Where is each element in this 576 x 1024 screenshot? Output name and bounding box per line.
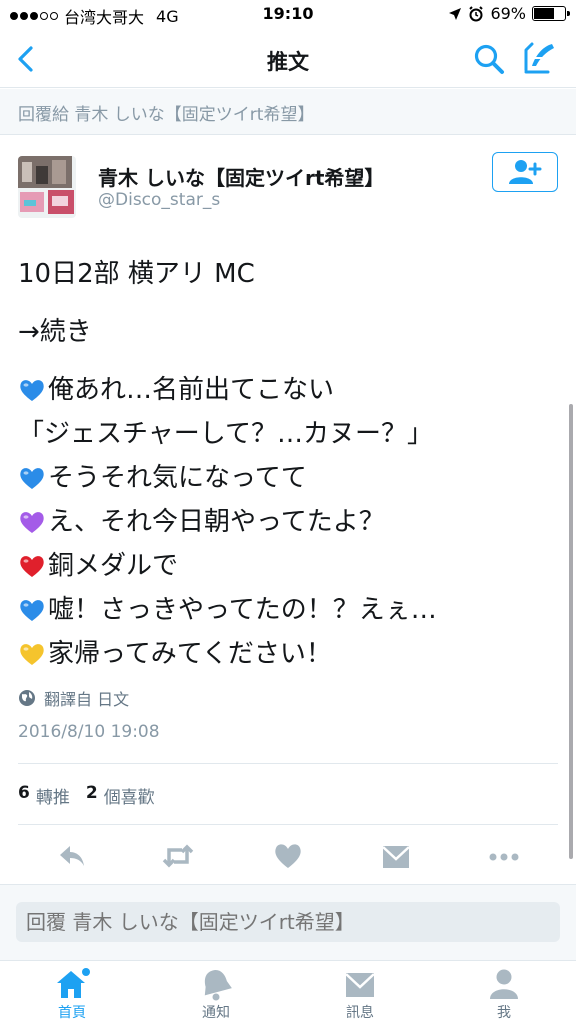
- tweet-line: 銅メダルで: [18, 544, 558, 588]
- tweet-line: え、それ今日朝やってたよ？: [18, 500, 558, 544]
- carrier-name: 台湾大哥大: [64, 8, 145, 27]
- status-left: 台湾大哥大 4G: [10, 4, 179, 28]
- follow-button[interactable]: [492, 152, 558, 192]
- tab-messages[interactable]: 訊息: [310, 965, 410, 1023]
- tweet-line-text: そうそれ気になってて: [48, 463, 307, 493]
- tab-me[interactable]: 我: [454, 965, 554, 1023]
- tab-home[interactable]: 首頁: [22, 965, 122, 1023]
- retweet-label[interactable]: 轉推: [36, 783, 70, 808]
- tweet-line: 嘘！さっきやってたの！？えぇ…: [18, 588, 558, 632]
- tab-label: 首頁: [58, 1005, 86, 1021]
- tweet-line-text: 嘘！さっきやってたの！？えぇ…: [48, 595, 437, 625]
- network-type: 4G: [156, 6, 179, 26]
- reply-input[interactable]: [16, 902, 560, 942]
- tweet-line: 俺あれ…名前出てこない: [18, 368, 558, 412]
- tab-bar: 首頁 通知 訊息 我: [0, 960, 576, 1024]
- reply-icon[interactable]: [56, 840, 88, 872]
- tweet-actions: [0, 836, 576, 876]
- envelope-icon: [345, 973, 375, 997]
- heart-emoji-icon: [20, 468, 44, 489]
- status-bar: 台湾大哥大 4G 19:10 69%: [0, 0, 576, 30]
- divider: [18, 824, 558, 825]
- heart-emoji-icon: [20, 600, 44, 621]
- tweet-timestamp: 2016/8/10 19:08: [18, 722, 160, 742]
- status-right: 69%: [448, 4, 570, 23]
- add-user-icon: [509, 160, 542, 184]
- battery-icon: [532, 6, 570, 21]
- tweet-line: そうそれ気になってて: [18, 456, 558, 500]
- divider: [18, 763, 558, 764]
- translation-link[interactable]: 翻譯自 日文: [18, 686, 129, 710]
- heart-emoji-icon: [20, 512, 44, 533]
- compose-icon[interactable]: [522, 40, 558, 76]
- heart-emoji-icon: [20, 380, 44, 401]
- home-icon: [57, 968, 90, 998]
- person-icon: [490, 969, 518, 999]
- avatar-collage-image: [18, 156, 76, 218]
- tweet-line: 10日2部 横アリ MC: [18, 259, 255, 289]
- tweet-line-text: 銅メダルで: [48, 551, 179, 581]
- globe-icon: [19, 690, 35, 706]
- alarm-icon: [469, 5, 484, 21]
- tweet-line-text: え、それ今日朝やってたよ？: [48, 507, 385, 537]
- translation-label: 翻譯自 日文: [44, 690, 130, 709]
- bell-icon: [204, 970, 232, 1001]
- signal-strength-icon: [10, 12, 58, 20]
- nav-bar: 推文: [0, 30, 576, 88]
- author-name[interactable]: 青木 しいな【固定ツイrt希望】: [98, 162, 384, 191]
- tweet-line: 家帰ってみてください！: [18, 632, 558, 676]
- like-count[interactable]: 2: [86, 783, 98, 808]
- tab-label: 訊息: [346, 1005, 374, 1021]
- tab-label: 我: [497, 1005, 511, 1021]
- reply-context[interactable]: 回覆給 青木 しいな【固定ツイrt希望】: [0, 89, 576, 135]
- tweet-stats: 6 轉推 2 個喜歡: [18, 783, 155, 808]
- more-icon[interactable]: [488, 840, 520, 872]
- heart-emoji-icon: [20, 644, 44, 665]
- tab-label: 通知: [202, 1005, 230, 1021]
- tweet-line: →続き: [18, 317, 92, 347]
- tweet-line-text: 俺あれ…名前出てこない: [48, 375, 335, 405]
- tweet-line-text: 家帰ってみてください！: [48, 639, 332, 669]
- tweet-dialogue: 俺あれ…名前出てこない「ジェスチャーして？…カヌー？」そうそれ気になっててえ、そ…: [18, 368, 558, 676]
- tweet-line-text: 「ジェスチャーして？…カヌー？」: [18, 419, 433, 449]
- retweet-count[interactable]: 6: [18, 783, 30, 808]
- tweet-line: 「ジェスチャーして？…カヌー？」: [18, 412, 558, 456]
- chevron-left-icon[interactable]: [10, 42, 44, 76]
- scrollbar[interactable]: [569, 404, 573, 859]
- tab-notifications[interactable]: 通知: [166, 965, 266, 1023]
- battery-percent: 69%: [490, 4, 526, 23]
- retweet-icon[interactable]: [162, 840, 194, 872]
- avatar[interactable]: [18, 156, 76, 218]
- search-icon[interactable]: [472, 42, 506, 76]
- like-label[interactable]: 個喜歡: [104, 783, 155, 808]
- author-handle[interactable]: @Disco_star_s: [98, 190, 220, 210]
- heart-icon[interactable]: [272, 840, 304, 872]
- dm-icon[interactable]: [380, 840, 412, 872]
- location-arrow-icon: [449, 7, 462, 20]
- heart-emoji-icon: [20, 556, 44, 577]
- tweet-text: 10日2部 横アリ MC →続き 俺あれ…名前出てこない「ジェスチャーして？…カ…: [18, 252, 558, 676]
